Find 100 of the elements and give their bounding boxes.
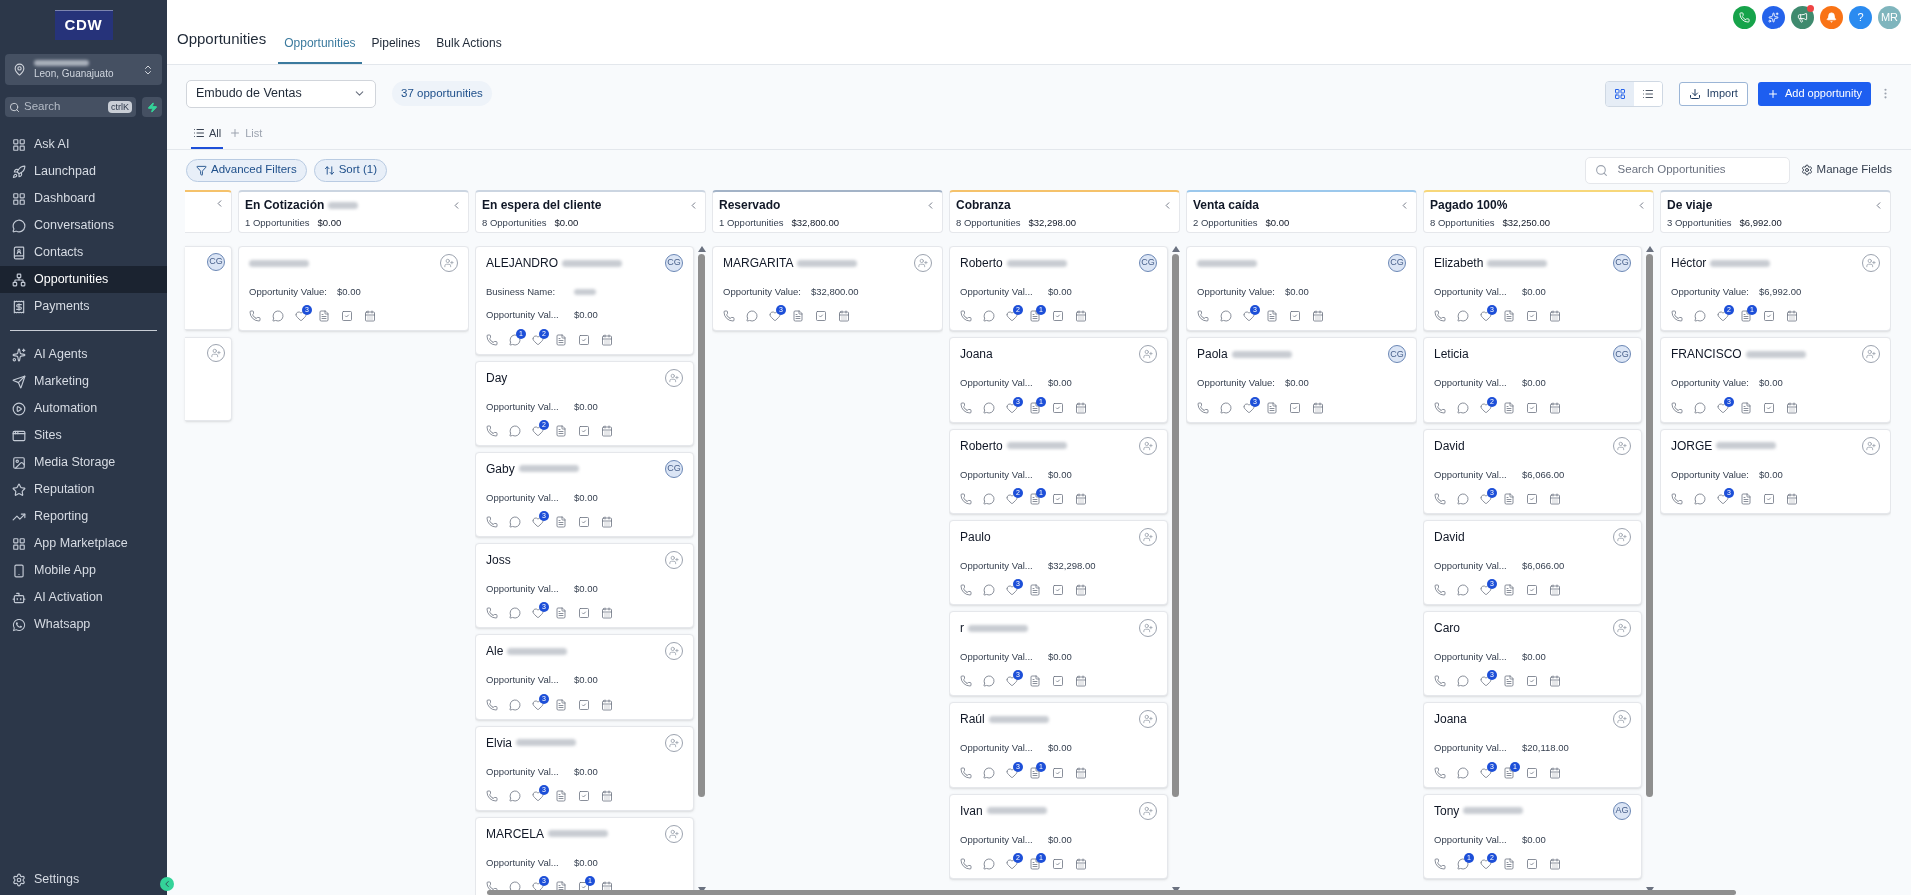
field-label: Opportunity Val... [486,673,560,688]
sort-button[interactable]: Sort (1) [313,158,387,182]
field-label: Opportunity Val... [1434,285,1508,299]
field-label: Opportunity Value: [723,285,802,299]
opportunity-count: 37 opportunities [392,80,492,107]
column-title: Cobranza [956,197,1011,214]
field-value: $32,298.00 [1048,558,1096,573]
search-field[interactable]: Search ctrlK [5,97,136,117]
nav-item[interactable]: Media Storage [0,449,167,476]
contact-name: Paulo [960,528,991,546]
assignee-avatar: CG [1139,254,1157,272]
import-button[interactable]: Import [1678,81,1748,106]
nav-item[interactable]: Ask AI [0,131,167,158]
column-total: $0.00 [1265,216,1290,230]
column-title: En espera del cliente [482,197,602,214]
nav-item[interactable]: Mobile App [0,557,167,584]
view-tab[interactable]: All [191,124,224,149]
column-total: $32,250.00 [1502,216,1550,230]
field-value: $0.00 [337,285,361,299]
field-value: $0.00 [1522,832,1546,847]
logo: CDW [54,10,113,40]
nav-item[interactable]: Sites [0,422,167,449]
column-count: 1 Opportunities [719,216,784,230]
field-value: $0.00 [1048,285,1072,299]
nav-item[interactable]: Automation [0,395,167,422]
contact-name: Roberto [960,437,1003,455]
field-value: $32,800.00 [811,285,859,299]
header-tab[interactable]: Bulk Actions [430,34,508,64]
contact-name: Gaby [486,460,515,478]
field-label: Opportunity Val... [960,558,1034,573]
opportunity-card[interactable]: CG [185,246,232,330]
account-switcher[interactable]: Leon, Guanajuato [5,54,162,85]
field-value: $0.00 [1048,832,1072,847]
nav-item[interactable]: Marketing [0,368,167,395]
field-label: Opportunity Val... [1434,741,1508,756]
field-label: Opportunity Value: [1671,285,1750,299]
advanced-filters-button[interactable]: Advanced Filters [186,158,307,182]
field-value: $0.00 [1522,285,1546,299]
shortcut-key: ctrlK [108,101,132,113]
column-total: $32,800.00 [791,216,839,230]
settings-item[interactable]: Settings [0,866,92,893]
nav-item[interactable]: Opportunities [0,266,167,293]
field-label: Opportunity Value: [249,285,328,299]
column-title: De viaje [1667,197,1713,214]
nav-item[interactable]: Conversations [0,212,167,239]
contact-name: David [1434,437,1465,455]
assignee-avatar: CG [665,459,683,478]
assignee-avatar: CG [207,253,225,271]
contact-name: MARCELA [486,825,544,843]
nav-item[interactable]: Contacts [0,239,167,266]
add-opportunity-button[interactable]: Add opportunity [1757,81,1871,106]
field-value: $0.00 [1048,467,1072,482]
nav-item[interactable]: Dashboard [0,185,167,212]
column-title: Reservado [719,197,781,214]
field-value: $0.00 [574,855,598,870]
nav-item[interactable]: Launchpad [0,158,167,185]
field-value: $0.00 [1759,467,1783,482]
column-title: Venta caída [1193,197,1260,214]
column-count: 8 Opportunities [956,216,1021,230]
pipeline-select[interactable]: Embudo de Ventas [186,79,376,108]
contact-name: Héctor [1671,255,1707,272]
header-tab[interactable]: Opportunities [278,34,362,64]
contact-name: Tony [1434,802,1460,820]
nav-item[interactable]: Reporting [0,503,167,530]
nav-item[interactable]: Whatsapp [0,611,167,638]
field-value: $0.00 [574,308,598,323]
field-label: Opportunity Val... [486,855,560,870]
contact-name: Ale [486,643,504,661]
field-value: $0.00 [574,582,598,596]
nav-item[interactable]: App Marketplace [0,530,167,557]
field-value: $6,992.00 [1759,285,1802,299]
field-value: $0.00 [1048,650,1072,664]
field-label: Opportunity Val... [486,308,560,323]
field-label: Opportunity Val... [486,764,560,779]
manage-fields-button[interactable]: Manage Fields [1800,161,1892,179]
header-tab[interactable]: Pipelines [365,34,427,64]
nav-item[interactable]: Reputation [0,476,167,503]
contact-name: FRANCISCO [1671,346,1742,364]
column-count: 1 Opportunities [245,216,310,230]
field-label: Opportunity Val... [486,399,560,414]
contact-name: Leticia [1434,346,1469,364]
contact-name: Joana [1434,711,1467,729]
search-placeholder: Search [24,99,62,115]
account-location: Leon, Guanajuato [34,69,115,79]
field-label: Opportunity Val... [960,285,1034,299]
column-count: 8 Opportunities [1430,216,1495,230]
nav-item[interactable]: AI Activation [0,584,167,611]
field-label: Opportunity Value: [1671,376,1750,391]
field-label: Opportunity Val... [1434,650,1508,664]
nav-item[interactable]: AI Agents [0,341,167,368]
nav-item[interactable]: Payments [0,293,167,320]
assignee-avatar: AG [1613,801,1631,820]
contact-name: Elizabeth [1434,255,1484,272]
field-value: $0.00 [1285,376,1309,391]
search-opportunities-field[interactable]: Search Opportunities [1584,156,1790,184]
contact-name: Joana [960,346,993,364]
column-count: 8 Opportunities [482,216,547,230]
field-value: $6,066.00 [1522,558,1565,573]
contact-name: Raúl [960,711,985,729]
contact-name: David [1434,528,1465,546]
